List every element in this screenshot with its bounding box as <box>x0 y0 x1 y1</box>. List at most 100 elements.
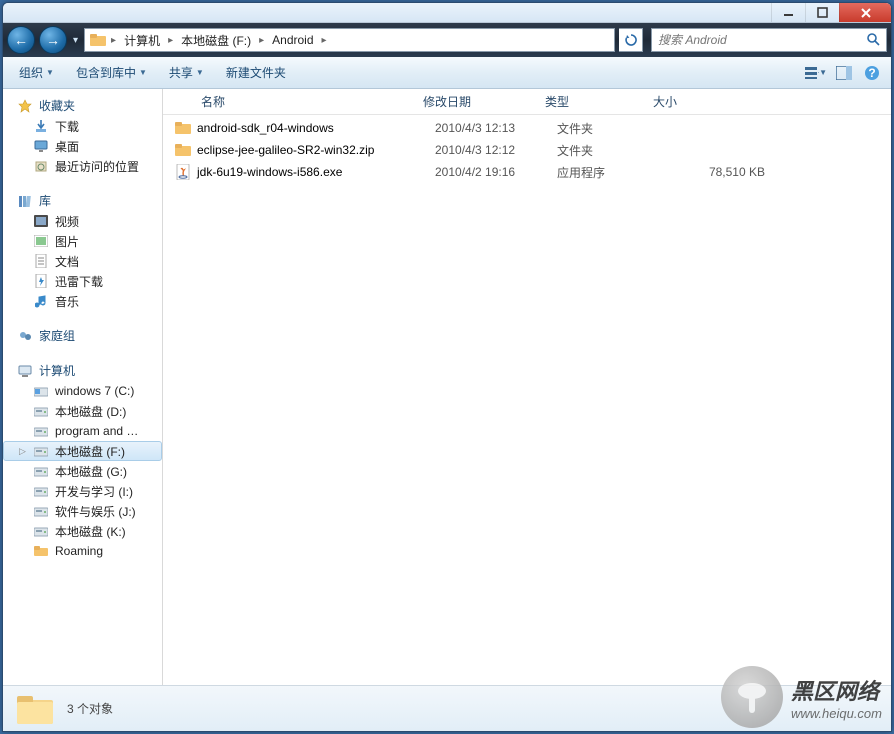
maximize-button[interactable] <box>805 3 839 22</box>
drive-icon <box>33 483 49 499</box>
sidebar-item-drive[interactable]: program and … <box>3 421 162 441</box>
picture-icon <box>33 233 49 249</box>
recent-icon <box>33 158 49 174</box>
desktop-icon <box>33 138 49 154</box>
preview-pane-button[interactable] <box>833 62 855 84</box>
organize-menu[interactable]: 组织▼ <box>11 60 62 85</box>
download-icon <box>33 273 49 289</box>
sidebar-item-drive[interactable]: 本地磁盘 (D:) <box>3 401 162 421</box>
sidebar-item-drive[interactable]: 本地磁盘 (K:) <box>3 521 162 541</box>
chevron-down-icon: ▼ <box>139 68 147 77</box>
drive-icon <box>33 443 49 459</box>
file-row[interactable]: eclipse-jee-galileo-SR2-win32.zip2010/4/… <box>163 139 891 161</box>
homegroup-icon <box>17 328 33 344</box>
folder-icon <box>89 31 107 49</box>
share-menu[interactable]: 共享▼ <box>161 60 212 85</box>
file-name: android-sdk_r04-windows <box>197 121 435 135</box>
file-date: 2010/4/2 19:16 <box>435 165 557 179</box>
file-list: 名称 修改日期 类型 大小 android-sdk_r04-windows201… <box>163 89 891 685</box>
drive-icon <box>33 383 49 399</box>
col-date[interactable]: 修改日期 <box>419 93 541 110</box>
watermark-url: www.heiqu.com <box>791 706 882 721</box>
file-size: 78,510 KB <box>665 165 785 179</box>
column-headers: 名称 修改日期 类型 大小 <box>163 89 891 115</box>
chevron-down-icon: ▼ <box>46 68 54 77</box>
help-button[interactable]: ? <box>861 62 883 84</box>
favorites-header[interactable]: 收藏夹 <box>3 95 162 116</box>
sidebar-homegroup: 家庭组 <box>3 325 162 346</box>
col-name[interactable]: 名称 <box>197 93 419 110</box>
sidebar-item-drive[interactable]: ▷本地磁盘 (F:) <box>3 441 162 461</box>
search-box[interactable] <box>651 28 887 52</box>
sidebar-item-thunder[interactable]: 迅雷下载 <box>3 271 162 291</box>
chevron-right-icon[interactable]: ▸ <box>166 35 175 46</box>
libraries-header[interactable]: 库 <box>3 190 162 211</box>
file-row[interactable]: android-sdk_r04-windows2010/4/3 12:13文件夹 <box>163 117 891 139</box>
file-name: jdk-6u19-windows-i586.exe <box>197 165 435 179</box>
view-menu[interactable]: ▼ <box>805 62 827 84</box>
video-icon <box>33 213 49 229</box>
titlebar <box>3 3 891 23</box>
download-icon <box>33 118 49 134</box>
breadcrumb-folder[interactable]: Android <box>266 29 319 51</box>
search-input[interactable] <box>658 33 866 47</box>
include-menu[interactable]: 包含到库中▼ <box>68 60 155 85</box>
file-rows: android-sdk_r04-windows2010/4/3 12:13文件夹… <box>163 115 891 685</box>
sidebar-item-desktop[interactable]: 桌面 <box>3 136 162 156</box>
watermark-title: 黑区网络 <box>791 674 882 706</box>
java-icon <box>175 164 191 180</box>
drive-icon <box>33 403 49 419</box>
body: 收藏夹 下载 桌面 最近访问的位置 库 视频 图片 文档 迅雷下载 音乐 <box>3 89 891 685</box>
computer-header[interactable]: 计算机 <box>3 360 162 381</box>
sidebar-item-drive[interactable]: 本地磁盘 (G:) <box>3 461 162 481</box>
forward-button[interactable]: → <box>39 26 67 54</box>
sidebar-item-videos[interactable]: 视频 <box>3 211 162 231</box>
nav-pane: 收藏夹 下载 桌面 最近访问的位置 库 视频 图片 文档 迅雷下载 音乐 <box>3 89 163 685</box>
folder-icon <box>175 120 191 136</box>
document-icon <box>33 253 49 269</box>
sidebar-item-drive[interactable]: 开发与学习 (I:) <box>3 481 162 501</box>
arrow-right-icon: → <box>46 32 60 48</box>
sidebar-item-music[interactable]: 音乐 <box>3 291 162 311</box>
file-date: 2010/4/3 12:13 <box>435 121 557 135</box>
sidebar-item-recent[interactable]: 最近访问的位置 <box>3 156 162 176</box>
folder-large-icon <box>15 692 55 726</box>
sidebar-item-pictures[interactable]: 图片 <box>3 231 162 251</box>
col-size[interactable]: 大小 <box>649 93 769 110</box>
svg-text:?: ? <box>868 66 875 80</box>
chevron-down-icon: ▼ <box>819 68 827 77</box>
chevron-right-icon[interactable]: ▸ <box>109 35 118 46</box>
arrow-left-icon: ← <box>14 32 28 48</box>
back-button[interactable]: ← <box>7 26 35 54</box>
sidebar-item-downloads[interactable]: 下载 <box>3 116 162 136</box>
refresh-button[interactable] <box>619 28 643 52</box>
file-type: 应用程序 <box>557 164 665 181</box>
drive-icon <box>33 463 49 479</box>
sidebar-item-drive[interactable]: windows 7 (C:) <box>3 381 162 401</box>
sidebar-item-documents[interactable]: 文档 <box>3 251 162 271</box>
search-icon[interactable] <box>866 32 880 49</box>
chevron-right-icon[interactable]: ▸ <box>320 35 329 46</box>
drive-icon <box>33 503 49 519</box>
computer-icon <box>17 363 33 379</box>
breadcrumb-computer[interactable]: 计算机 <box>118 29 166 51</box>
chevron-right-icon[interactable]: ▸ <box>257 35 266 46</box>
homegroup-header[interactable]: 家庭组 <box>3 325 162 346</box>
explorer-window: ← → ▾ ▸ 计算机 ▸ 本地磁盘 (F:) ▸ Android ▸ 组织▼ … <box>2 2 892 732</box>
status-text: 3 个对象 <box>67 700 113 717</box>
new-folder-button[interactable]: 新建文件夹 <box>218 60 294 85</box>
history-dropdown[interactable]: ▾ <box>71 35 80 46</box>
music-icon <box>33 293 49 309</box>
nav-bar: ← → ▾ ▸ 计算机 ▸ 本地磁盘 (F:) ▸ Android ▸ <box>3 23 891 57</box>
sidebar-favorites: 收藏夹 下载 桌面 最近访问的位置 <box>3 95 162 176</box>
file-date: 2010/4/3 12:12 <box>435 143 557 157</box>
sidebar-item-drive[interactable]: Roaming <box>3 541 162 561</box>
drive-icon <box>33 523 49 539</box>
address-bar[interactable]: ▸ 计算机 ▸ 本地磁盘 (F:) ▸ Android ▸ <box>84 28 615 52</box>
sidebar-item-drive[interactable]: 软件与娱乐 (J:) <box>3 501 162 521</box>
file-row[interactable]: jdk-6u19-windows-i586.exe2010/4/2 19:16应… <box>163 161 891 183</box>
minimize-button[interactable] <box>771 3 805 22</box>
col-type[interactable]: 类型 <box>541 93 649 110</box>
close-button[interactable] <box>839 3 891 22</box>
breadcrumb-drive[interactable]: 本地磁盘 (F:) <box>175 29 257 51</box>
